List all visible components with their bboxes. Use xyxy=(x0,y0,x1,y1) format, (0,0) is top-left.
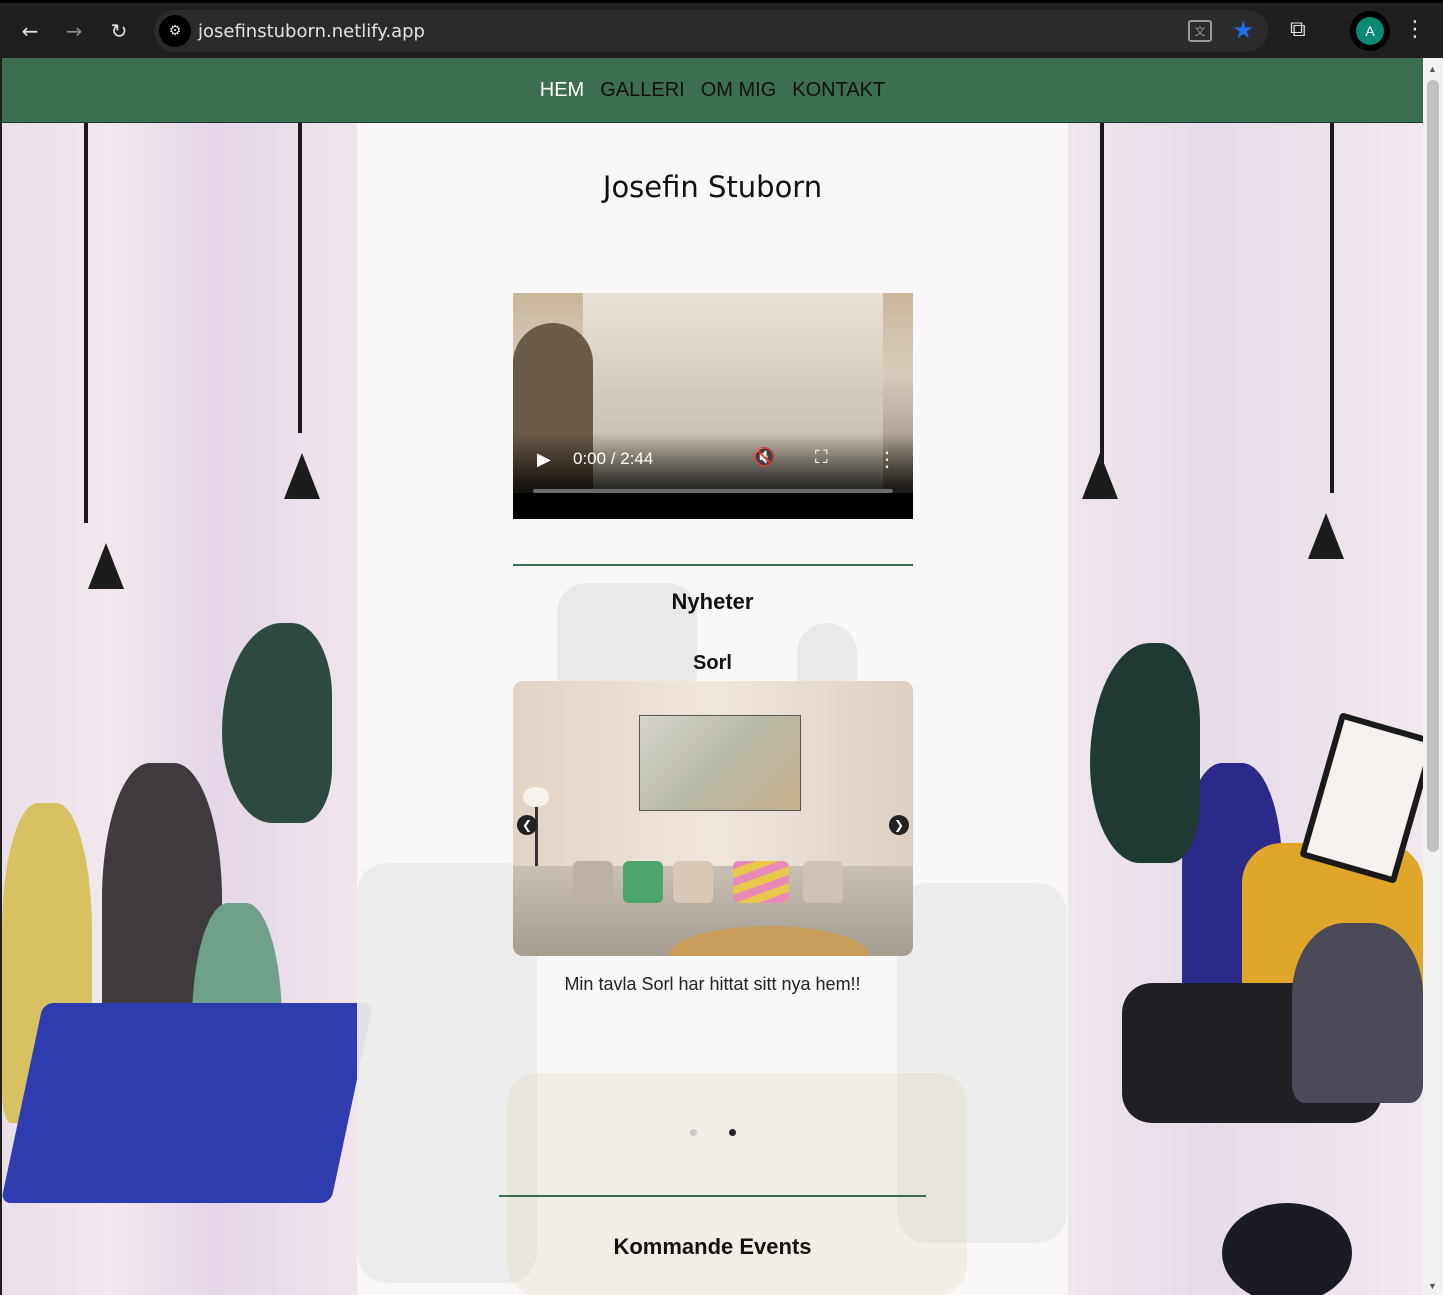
painted-figure xyxy=(1292,923,1423,1103)
section-divider xyxy=(499,1195,926,1197)
forward-icon[interactable]: → xyxy=(58,15,90,47)
photo-painting xyxy=(639,715,801,811)
photo-cushion xyxy=(733,861,789,903)
translate-icon[interactable]: 文 xyxy=(1188,20,1212,42)
section-divider xyxy=(513,564,913,566)
photo-cushion xyxy=(623,861,663,903)
video-player[interactable]: ▶ 0:00 / 2:44 🔇 ⛶ ⋮ xyxy=(513,293,913,519)
events-heading: Kommande Events xyxy=(613,1234,812,1259)
painted-figure xyxy=(1222,1203,1352,1295)
page-viewport: Josefin Stuborn ▶ 0:00 / 2:44 🔇 ⛶ ⋮ Nyhe… xyxy=(2,58,1423,1295)
kebab-menu-icon[interactable]: ⋮ xyxy=(1404,17,1426,42)
pendant-lamp xyxy=(1308,513,1344,559)
address-bar[interactable]: ⚙ josefinstuborn.netlify.app 文 ★ xyxy=(154,10,1268,52)
star-icon[interactable]: ★ xyxy=(1232,16,1254,44)
lamp-cord xyxy=(1100,123,1104,463)
video-progress-bar[interactable] xyxy=(533,489,893,493)
slide-title: Sorl xyxy=(693,652,732,674)
photo-lamp-shade xyxy=(523,787,549,807)
carousel-dots xyxy=(357,1129,1068,1136)
url-text[interactable]: josefinstuborn.netlify.app xyxy=(198,21,425,42)
pendant-lamp xyxy=(284,453,320,499)
nav-item-kontakt[interactable]: KONTAKT xyxy=(792,79,885,102)
carousel-next-icon[interactable]: ❯ xyxy=(889,815,909,835)
news-heading: Nyheter xyxy=(671,589,754,614)
site-info-icon[interactable]: ⚙ xyxy=(159,15,191,47)
fullscreen-icon[interactable]: ⛶ xyxy=(815,447,828,468)
site-nav: HEM GALLERI OM MIG KONTAKT xyxy=(2,58,1423,123)
kebab-menu-icon[interactable]: ⋮ xyxy=(877,447,897,471)
news-slide-image: ❮ ❯ xyxy=(513,681,913,956)
lamp-cord xyxy=(1330,123,1334,493)
play-icon[interactable]: ▶ xyxy=(537,449,551,470)
profile-avatar[interactable]: A xyxy=(1350,11,1390,51)
faded-painting-shape xyxy=(897,883,1067,1243)
scroll-up-icon[interactable]: ▲ xyxy=(1428,64,1437,74)
scrollbar-thumb[interactable] xyxy=(1427,80,1439,852)
nav-item-om-mig[interactable]: OM MIG xyxy=(701,79,777,102)
carousel-dot-active[interactable] xyxy=(728,1129,736,1136)
reload-icon[interactable]: ↻ xyxy=(103,15,135,47)
photo-cushion xyxy=(803,861,843,903)
nav-item-hem[interactable]: HEM xyxy=(540,79,584,102)
carousel-dot[interactable] xyxy=(689,1129,697,1136)
slide-caption: Min tavla Sorl har hittat sitt nya hem!! xyxy=(564,974,861,994)
photo-cushion xyxy=(573,861,613,903)
video-time: 0:00 / 2:44 xyxy=(573,449,654,468)
site-title: Josefin Stuborn xyxy=(602,170,823,204)
pendant-lamp xyxy=(88,543,124,589)
pendant-lamp xyxy=(1082,453,1118,499)
video-controls-overlay xyxy=(513,433,913,519)
painted-rug xyxy=(2,1003,374,1203)
back-icon[interactable]: ← xyxy=(14,15,46,47)
profile-initial: A xyxy=(1356,17,1384,45)
muted-speaker-icon[interactable]: 🔇 xyxy=(753,447,775,468)
puzzle-icon[interactable]: ⧉ xyxy=(1290,17,1306,42)
page-scrollbar[interactable]: ▲ ▼ xyxy=(1423,58,1443,1295)
nav-item-galleri[interactable]: GALLERI xyxy=(600,79,684,102)
carousel-prev-icon[interactable]: ❮ xyxy=(517,815,537,835)
scroll-down-icon[interactable]: ▼ xyxy=(1428,1281,1437,1291)
lamp-cord xyxy=(298,123,302,433)
main-content: Josefin Stuborn ▶ 0:00 / 2:44 🔇 ⛶ ⋮ Nyhe… xyxy=(357,123,1068,1295)
browser-toolbar: ← → ↻ ⚙ josefinstuborn.netlify.app 文 ★ ⧉… xyxy=(0,0,1443,58)
lamp-cord xyxy=(84,123,88,523)
background-painting: Josefin Stuborn ▶ 0:00 / 2:44 🔇 ⛶ ⋮ Nyhe… xyxy=(2,123,1423,1295)
photo-cushion xyxy=(673,861,713,903)
